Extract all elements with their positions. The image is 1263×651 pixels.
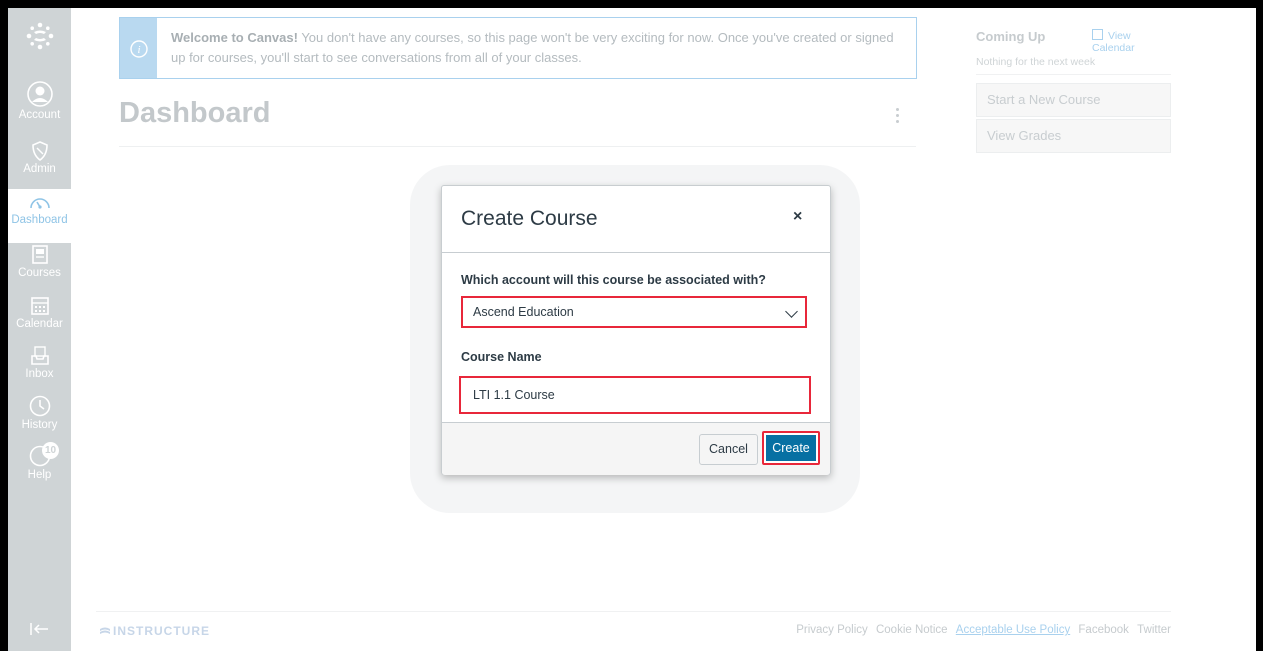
nav-label: Help bbox=[27, 469, 52, 481]
info-icon: i bbox=[130, 40, 148, 58]
create-button[interactable]: Create bbox=[762, 431, 820, 465]
nav-calendar[interactable]: Calendar bbox=[8, 296, 71, 330]
nav-label: Calendar bbox=[16, 318, 63, 330]
inbox-icon bbox=[30, 346, 49, 365]
start-new-course-button[interactable]: Start a New Course bbox=[976, 83, 1171, 117]
divider bbox=[976, 74, 1171, 75]
nav-label: Account bbox=[18, 109, 61, 121]
history-clock-icon bbox=[29, 395, 50, 417]
global-navigation: Account Admin Dashboard Courses Calendar… bbox=[8, 8, 71, 651]
coming-up-empty: Nothing for the next week bbox=[976, 56, 1096, 68]
instructure-label: INSTRUCTURE bbox=[113, 624, 210, 638]
admin-shield-icon bbox=[31, 141, 48, 161]
acceptable-use-policy-link[interactable]: Acceptable Use Policy bbox=[956, 624, 1070, 636]
create-course-dialog: Create Course × Which account will this … bbox=[441, 185, 831, 475]
canvas-app: Account Admin Dashboard Courses Calendar… bbox=[8, 8, 1256, 651]
view-calendar-link[interactable]: View Calendar bbox=[1092, 29, 1171, 54]
account-label: Which account will this course be associ… bbox=[461, 273, 766, 287]
dialog-footer: Cancel Create bbox=[442, 422, 830, 475]
nav-label: Dashboard bbox=[11, 214, 68, 226]
nav-account[interactable]: Account bbox=[8, 81, 71, 121]
alert-side: i bbox=[120, 18, 157, 78]
dashboard-icon bbox=[29, 198, 50, 209]
view-grades-button[interactable]: View Grades bbox=[976, 119, 1171, 153]
coming-up-heading: Coming Up bbox=[976, 29, 1046, 44]
footer-divider bbox=[96, 611, 1171, 612]
calendar-small-icon bbox=[1092, 29, 1103, 40]
nav-label: Courses bbox=[18, 267, 61, 279]
nav-label: Inbox bbox=[25, 368, 54, 380]
facebook-link[interactable]: Facebook bbox=[1078, 624, 1129, 636]
account-select[interactable]: Ascend Education bbox=[461, 296, 807, 328]
calendar-icon bbox=[30, 297, 49, 315]
collapse-nav-icon[interactable] bbox=[30, 622, 50, 636]
nav-dashboard[interactable]: Dashboard bbox=[8, 189, 71, 243]
nav-label: History bbox=[21, 419, 58, 431]
nav-label: Admin bbox=[23, 163, 56, 175]
dialog-header: Create Course × bbox=[442, 186, 830, 253]
footer-links: Privacy Policy Cookie Notice Acceptable … bbox=[791, 624, 1171, 636]
nav-courses[interactable]: Courses bbox=[8, 245, 71, 279]
dashboard-options-icon[interactable] bbox=[896, 108, 902, 126]
nav-help[interactable]: 10 Help bbox=[8, 442, 71, 481]
privacy-policy-link[interactable]: Privacy Policy bbox=[796, 624, 868, 636]
svg-text:i: i bbox=[137, 44, 140, 56]
help-badge: 10 bbox=[42, 442, 59, 459]
account-selected-value: Ascend Education bbox=[473, 305, 574, 319]
cookie-notice-link[interactable]: Cookie Notice bbox=[876, 624, 948, 636]
page-title: Dashboard bbox=[119, 97, 271, 129]
canvas-logo-icon[interactable] bbox=[25, 21, 55, 51]
account-icon bbox=[26, 81, 53, 107]
dialog-title: Create Course bbox=[461, 207, 598, 230]
courses-icon bbox=[31, 245, 48, 264]
create-button-label: Create bbox=[766, 435, 816, 461]
alert-message: Welcome to Canvas! You don't have any co… bbox=[171, 28, 906, 68]
course-name-label: Course Name bbox=[461, 350, 542, 364]
instructure-mark-icon bbox=[100, 627, 110, 634]
chevron-down-icon bbox=[785, 305, 798, 318]
cancel-button[interactable]: Cancel bbox=[699, 434, 758, 465]
nav-history[interactable]: History bbox=[8, 395, 71, 431]
twitter-link[interactable]: Twitter bbox=[1137, 624, 1171, 636]
divider bbox=[119, 146, 916, 147]
nav-admin[interactable]: Admin bbox=[8, 141, 71, 175]
nav-inbox[interactable]: Inbox bbox=[8, 346, 71, 380]
course-name-input[interactable]: LTI 1.1 Course bbox=[459, 376, 811, 414]
alert-bold: Welcome to Canvas! bbox=[171, 30, 298, 45]
close-icon[interactable]: × bbox=[793, 208, 802, 226]
instructure-logo[interactable]: INSTRUCTURE bbox=[100, 624, 210, 638]
welcome-alert: i Welcome to Canvas! You don't have any … bbox=[119, 17, 917, 79]
